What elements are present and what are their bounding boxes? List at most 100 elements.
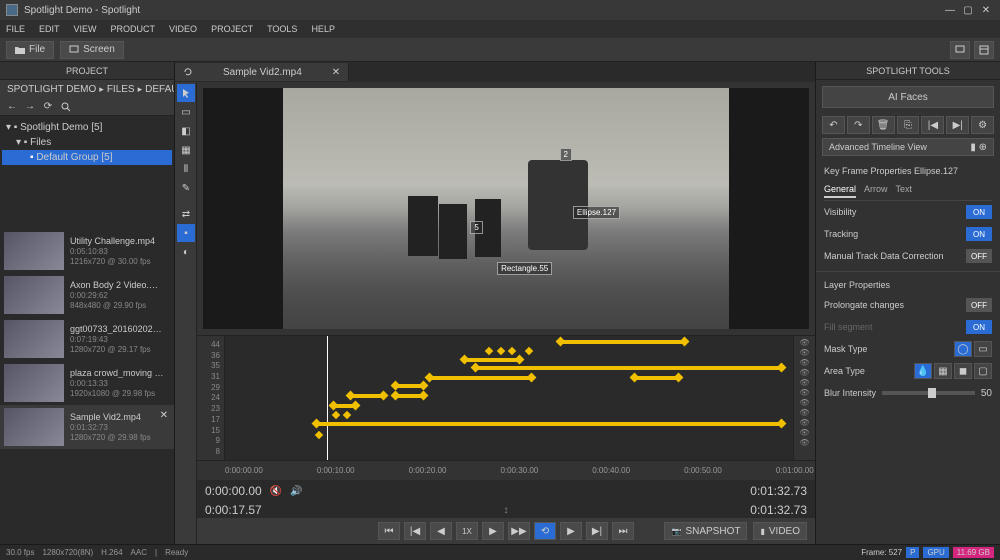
media-item[interactable]: Axon Body 2 Video.mp40:00:29:62848x480 @… bbox=[0, 273, 174, 317]
area-pixelate-button[interactable]: ▦ bbox=[934, 363, 952, 379]
eye-icon[interactable]: 👁 bbox=[794, 358, 815, 366]
loop-button[interactable]: ⟲ bbox=[534, 522, 556, 540]
media-item[interactable]: Utility Challenge.mp40:05:10:831216x720 … bbox=[0, 229, 174, 273]
eye-icon[interactable]: 👁 bbox=[794, 438, 815, 446]
text-tool[interactable]: ✎ bbox=[177, 179, 195, 197]
eye-icon[interactable]: 👁 bbox=[794, 388, 815, 396]
mute-icon[interactable]: 🔇 bbox=[270, 486, 282, 497]
mask-rect-button[interactable]: ▭ bbox=[974, 341, 992, 357]
tree-item-selected[interactable]: ▪ Default Group [5] bbox=[2, 150, 172, 165]
minimize-button[interactable]: — bbox=[942, 4, 958, 16]
menu-project[interactable]: PROJECT bbox=[211, 24, 253, 34]
barcode-tool[interactable]: ⦀ bbox=[177, 160, 195, 178]
nav-search-button[interactable] bbox=[58, 100, 74, 114]
crop-tool[interactable]: ◧ bbox=[177, 122, 195, 140]
speed-button[interactable]: 1X bbox=[456, 522, 478, 540]
next-keyframe-button[interactable]: ▶| bbox=[586, 522, 608, 540]
mask-ellipse-button[interactable]: ◯ bbox=[954, 341, 972, 357]
snapshot-button[interactable]: 📷 SNAPSHOT bbox=[664, 522, 747, 540]
area-blur-button[interactable]: 💧 bbox=[914, 363, 932, 379]
tab-text[interactable]: Text bbox=[896, 182, 913, 198]
annotation-label[interactable]: Rectangle.55 bbox=[497, 262, 552, 275]
settings-button[interactable]: ⚙ bbox=[971, 116, 994, 134]
undo-button[interactable]: ↶ bbox=[822, 116, 845, 134]
media-list[interactable]: Utility Challenge.mp40:05:10:831216x720 … bbox=[0, 229, 174, 544]
eye-icon[interactable]: 👁 bbox=[794, 428, 815, 436]
eye-icon[interactable]: 👁 bbox=[794, 398, 815, 406]
play-button[interactable]: ▶ bbox=[482, 522, 504, 540]
eye-icon[interactable]: 👁 bbox=[794, 338, 815, 346]
tab-arrow[interactable]: Arrow bbox=[864, 182, 888, 198]
eye-icon[interactable]: 👁 bbox=[794, 418, 815, 426]
menu-file[interactable]: FILE bbox=[6, 24, 25, 34]
media-item-active[interactable]: Sample Vid2.mp40:01:32:731280x720 @ 29.9… bbox=[0, 405, 174, 449]
maximize-button[interactable]: ▢ bbox=[960, 4, 976, 16]
close-media-icon[interactable]: ✕ bbox=[158, 408, 170, 446]
close-button[interactable]: ✕ bbox=[978, 4, 994, 16]
file-button[interactable]: File bbox=[6, 41, 54, 59]
tree-item[interactable]: ▾ ▪ Spotlight Demo [5] bbox=[2, 120, 172, 135]
media-item[interactable]: plaza crowd_moving obj...0:00:13:331920x… bbox=[0, 361, 174, 405]
area-outline-button[interactable]: ▢ bbox=[974, 363, 992, 379]
status-state: Ready bbox=[165, 548, 188, 557]
rect-tool[interactable]: ▭ bbox=[177, 103, 195, 121]
play-range-button[interactable]: ▶▶ bbox=[508, 522, 530, 540]
delete-button[interactable]: 🗑 bbox=[872, 116, 895, 134]
export-video-button[interactable]: ▮ VIDEO bbox=[753, 522, 807, 540]
fill-segment-toggle[interactable]: ON bbox=[966, 320, 992, 334]
tracking-toggle[interactable]: ON bbox=[966, 227, 992, 241]
ai-faces-button[interactable]: AI Faces bbox=[822, 86, 994, 108]
volume-icon[interactable]: 🔊 bbox=[290, 486, 302, 497]
playhead[interactable] bbox=[327, 336, 328, 460]
breadcrumb[interactable]: SPOTLIGHT DEMO▸FILES▸DEFAULT GROUP▸ bbox=[0, 80, 174, 98]
prev-kf-button[interactable]: |◀ bbox=[921, 116, 944, 134]
prolongate-toggle[interactable]: OFF bbox=[966, 298, 992, 312]
nav-back-button[interactable]: ← bbox=[4, 100, 20, 114]
monitor-button[interactable] bbox=[950, 41, 970, 59]
prev-keyframe-button[interactable]: |◀ bbox=[404, 522, 426, 540]
annotation-label[interactable]: 2 bbox=[560, 148, 572, 161]
area-solid-button[interactable]: ◼ bbox=[954, 363, 972, 379]
video-viewport[interactable]: 2 Ellipse.127 5 Rectangle.55 bbox=[203, 88, 809, 329]
menu-product[interactable]: PRODUCT bbox=[111, 24, 156, 34]
next-kf-button[interactable]: ▶| bbox=[946, 116, 969, 134]
visibility-toggle[interactable]: ON bbox=[966, 205, 992, 219]
menu-edit[interactable]: EDIT bbox=[39, 24, 60, 34]
advanced-timeline-toggle[interactable]: Advanced Timeline View▮ ⊕ bbox=[822, 138, 994, 156]
redo-button[interactable]: ↷ bbox=[847, 116, 870, 134]
step-forward-button[interactable]: ▶ bbox=[560, 522, 582, 540]
annotation-label[interactable]: Ellipse.127 bbox=[573, 206, 620, 219]
manual-track-toggle[interactable]: OFF bbox=[966, 249, 992, 263]
mask-tool[interactable]: ◐ bbox=[177, 243, 195, 261]
annotation-label[interactable]: 5 bbox=[470, 221, 482, 234]
save-tool[interactable]: ▪ bbox=[177, 224, 195, 242]
goto-end-button[interactable]: ⏭ bbox=[612, 522, 634, 540]
menu-tools[interactable]: TOOLS bbox=[267, 24, 297, 34]
eye-icon[interactable]: 👁 bbox=[794, 408, 815, 416]
pointer-tool[interactable] bbox=[177, 84, 195, 102]
nav-refresh-button[interactable]: ⟳ bbox=[40, 100, 56, 114]
eye-icon[interactable]: 👁 bbox=[794, 378, 815, 386]
tree-item[interactable]: ▾ ▪ Files bbox=[2, 135, 172, 150]
copy-button[interactable]: ⎘ bbox=[897, 116, 920, 134]
menu-help[interactable]: HELP bbox=[311, 24, 335, 34]
close-tab-icon[interactable]: ✕ bbox=[332, 67, 340, 78]
step-back-button[interactable]: ◀ bbox=[430, 522, 452, 540]
tab-general[interactable]: General bbox=[824, 182, 856, 198]
blur-slider[interactable] bbox=[882, 391, 975, 395]
grid-tool[interactable]: ▦ bbox=[177, 141, 195, 159]
menu-view[interactable]: VIEW bbox=[74, 24, 97, 34]
document-tab[interactable]: Sample Vid2.mp4✕ bbox=[175, 63, 349, 81]
screen-button[interactable]: Screen bbox=[60, 41, 124, 59]
nav-forward-button[interactable]: → bbox=[22, 100, 38, 114]
menu-video[interactable]: VIDEO bbox=[169, 24, 197, 34]
eye-icon[interactable]: 👁 bbox=[794, 348, 815, 356]
goto-start-button[interactable]: ⏮ bbox=[378, 522, 400, 540]
time-ruler[interactable]: 0:00:00.000:00:10.000:00:20.000:00:30.00… bbox=[197, 460, 815, 480]
media-item[interactable]: ggt00733_20160202150...0:07:19:431280x72… bbox=[0, 317, 174, 361]
track-area[interactable] bbox=[225, 336, 793, 460]
swap-tool[interactable]: ⇄ bbox=[177, 205, 195, 223]
layout-button[interactable] bbox=[974, 41, 994, 59]
thumbnail bbox=[4, 364, 64, 402]
eye-icon[interactable]: 👁 bbox=[794, 368, 815, 376]
